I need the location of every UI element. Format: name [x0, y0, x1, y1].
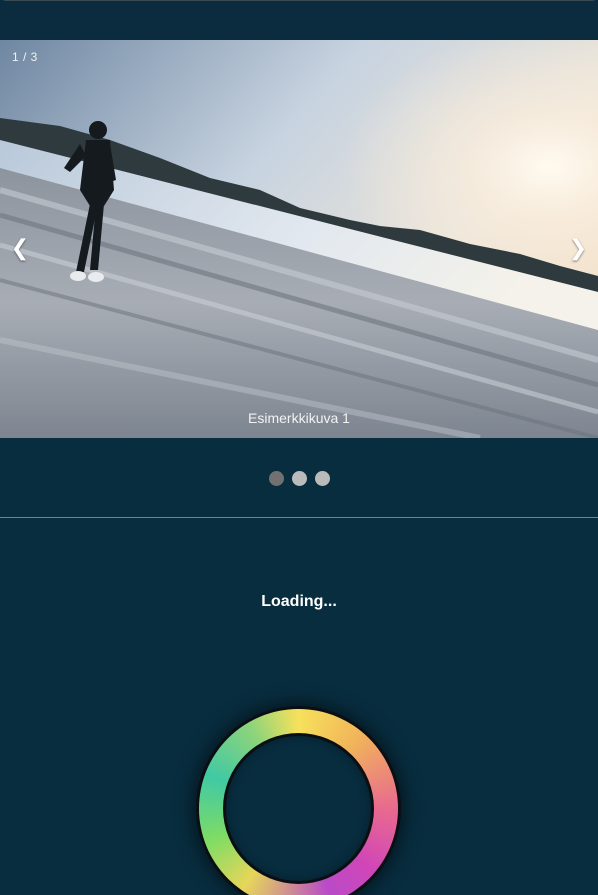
- spinner-hole: [226, 736, 371, 881]
- slide-image: [0, 40, 598, 438]
- slide-caption: Esimerkkikuva 1: [248, 410, 350, 426]
- top-bar: [0, 0, 598, 40]
- section-divider: [0, 517, 598, 518]
- slide-dots: [0, 468, 598, 490]
- slide-counter: 1 / 3: [12, 50, 38, 64]
- loading-text: Loading...: [261, 593, 337, 610]
- loading-spinner-icon: [199, 709, 398, 895]
- slideshow: 1 / 3 ❮ ❯ Esimerkkikuva 1: [0, 40, 598, 438]
- slide-dot-3[interactable]: [314, 471, 330, 486]
- slide-dot-1[interactable]: [268, 471, 284, 486]
- slide-dot-2[interactable]: [291, 471, 307, 486]
- app-page: 1 / 3 ❮ ❯ Esimerkkikuva 1 Loading...: [0, 0, 598, 895]
- next-slide-button[interactable]: ❯: [566, 236, 590, 260]
- prev-slide-button[interactable]: ❮: [8, 236, 32, 260]
